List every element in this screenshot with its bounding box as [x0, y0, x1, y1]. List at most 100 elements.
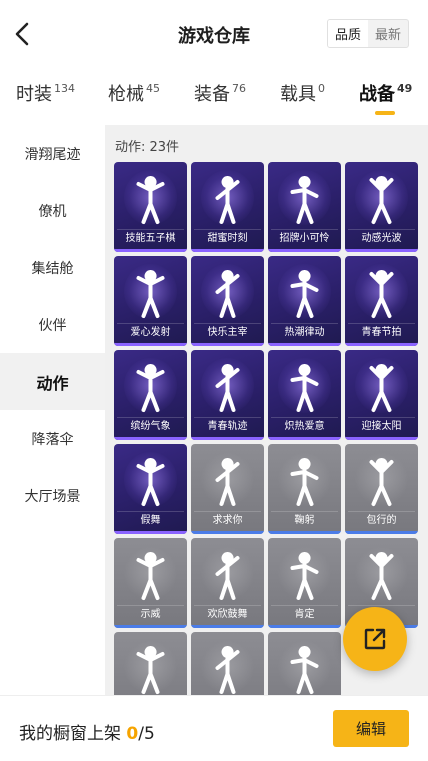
- tab-vehicles[interactable]: 载具 0: [280, 80, 325, 106]
- sidebar-item-partner[interactable]: 伙伴: [0, 296, 105, 353]
- item-name: 动感光波: [361, 233, 402, 244]
- emote-pose-icon: [369, 458, 394, 506]
- sort-quality-button[interactable]: 品质: [328, 20, 368, 47]
- sidebar-item-glide-trail[interactable]: 滑翔尾迹: [0, 125, 105, 182]
- rarity-bar: [191, 437, 264, 440]
- emote-pose-icon: [369, 270, 394, 318]
- item-card[interactable]: 欢欣鼓舞: [191, 538, 264, 628]
- tab-label: 载具: [280, 84, 316, 105]
- rarity-bar: [345, 437, 418, 440]
- rarity-bar: [191, 343, 264, 346]
- sidebar-item-wingman[interactable]: 僚机: [0, 182, 105, 239]
- item-name: 缤纷气象: [130, 421, 171, 432]
- sort-latest-button[interactable]: 最新: [368, 20, 408, 47]
- item-card[interactable]: 示威: [114, 538, 187, 628]
- showcase-current-count: 0: [126, 724, 139, 744]
- item-name: 爱心发射: [130, 327, 171, 338]
- item-card[interactable]: 青春节拍: [345, 256, 418, 346]
- tab-label: 枪械: [108, 84, 144, 105]
- rarity-bar: [114, 437, 187, 440]
- rarity-bar: [345, 343, 418, 346]
- item-card[interactable]: 炽热爱意: [268, 350, 341, 440]
- rarity-bar: [268, 437, 341, 440]
- tab-weapons[interactable]: 枪械 45: [108, 80, 160, 106]
- sidebar-item-lobby-scene[interactable]: 大厅场景: [0, 467, 105, 524]
- item-name: 炽热爱意: [284, 421, 325, 432]
- emote-pose-icon: [369, 176, 394, 224]
- emote-pose-icon: [290, 552, 319, 600]
- item-card[interactable]: [114, 632, 187, 695]
- emote-pose-icon: [136, 552, 165, 600]
- item-name: 技能五子棋: [125, 233, 176, 244]
- sidebar-item-assembly-pod[interactable]: 集结舱: [0, 239, 105, 296]
- sort-toggle: 品质 最新: [327, 19, 409, 48]
- rarity-bar: [114, 531, 187, 534]
- item-name: 包行的: [366, 515, 397, 526]
- item-card[interactable]: 爱心发射: [114, 256, 187, 346]
- rarity-bar: [114, 343, 187, 346]
- rarity-bar: [114, 625, 187, 628]
- rarity-bar: [345, 249, 418, 252]
- item-card[interactable]: 招牌小可怜: [268, 162, 341, 252]
- tab-fashion[interactable]: 时装 134: [16, 80, 75, 106]
- item-card[interactable]: 动感光波: [345, 162, 418, 252]
- item-name: 青春节拍: [361, 327, 402, 338]
- item-name: 示威: [140, 609, 161, 620]
- sidebar-item-parachute[interactable]: 降落伞: [0, 410, 105, 467]
- emote-pose-icon: [215, 364, 240, 412]
- item-card[interactable]: 技能五子棋: [114, 162, 187, 252]
- category-tabs: 时装 134 枪械 45 装备 76 载具 0 战备 49: [0, 76, 428, 122]
- tab-count: 49: [397, 82, 413, 95]
- item-card[interactable]: [191, 632, 264, 695]
- item-card[interactable]: 快乐主宰: [191, 256, 264, 346]
- item-name: 求求你: [212, 515, 243, 526]
- rarity-bar: [191, 249, 264, 252]
- item-card[interactable]: [268, 632, 341, 695]
- item-card[interactable]: 肯定: [268, 538, 341, 628]
- tab-battle-gear[interactable]: 战备 49: [359, 80, 412, 106]
- emote-pose-icon: [290, 458, 319, 506]
- emote-pose-icon: [290, 364, 319, 412]
- share-button[interactable]: [343, 607, 407, 671]
- item-card[interactable]: 青春轨迹: [191, 350, 264, 440]
- sidebar-item-emotes[interactable]: 动作: [0, 353, 105, 410]
- showcase-label: 我的橱窗上架: [19, 724, 121, 744]
- emote-pose-icon: [215, 270, 240, 318]
- item-card[interactable]: 缤纷气象: [114, 350, 187, 440]
- item-name: 青春轨迹: [207, 421, 248, 432]
- tab-label: 时装: [16, 84, 52, 105]
- tab-label: 装备: [194, 84, 230, 105]
- emote-pose-icon: [290, 270, 319, 318]
- tab-equipment[interactable]: 装备 76: [194, 80, 246, 106]
- item-name: 肯定: [294, 609, 315, 620]
- tab-label: 战备: [359, 84, 395, 105]
- item-card[interactable]: 迎接太阳: [345, 350, 418, 440]
- showcase-status: 我的橱窗上架 0/5: [19, 719, 155, 744]
- item-name: 迎接太阳: [361, 421, 402, 432]
- emote-pose-icon: [136, 270, 165, 318]
- item-card[interactable]: 假舞: [114, 444, 187, 534]
- edit-button[interactable]: 编辑: [333, 710, 409, 747]
- item-card[interactable]: 热潮律动: [268, 256, 341, 346]
- item-name: 快乐主宰: [207, 327, 248, 338]
- emote-pose-icon: [215, 646, 240, 694]
- share-external-icon: [364, 628, 386, 650]
- emote-pose-icon: [369, 552, 394, 600]
- item-card[interactable]: 鞠躬: [268, 444, 341, 534]
- showcase-total: /5: [138, 724, 155, 744]
- emote-pose-icon: [215, 552, 240, 600]
- item-card[interactable]: 求求你: [191, 444, 264, 534]
- emote-pose-icon: [215, 176, 240, 224]
- item-card[interactable]: 包行的: [345, 444, 418, 534]
- item-name: 招牌小可怜: [279, 233, 330, 244]
- rarity-bar: [268, 531, 341, 534]
- rarity-bar: [268, 343, 341, 346]
- emote-pose-icon: [136, 176, 165, 224]
- item-card[interactable]: 甜蜜时刻: [191, 162, 264, 252]
- subcategory-sidebar: 滑翔尾迹 僚机 集结舱 伙伴 动作 降落伞 大厅场景: [0, 125, 105, 695]
- item-name: 欢欣鼓舞: [207, 609, 248, 620]
- tab-count: 76: [232, 82, 246, 95]
- bottom-bar: 我的橱窗上架 0/5 编辑: [0, 695, 428, 761]
- emote-pose-icon: [136, 458, 165, 506]
- item-name: 鞠躬: [294, 515, 315, 526]
